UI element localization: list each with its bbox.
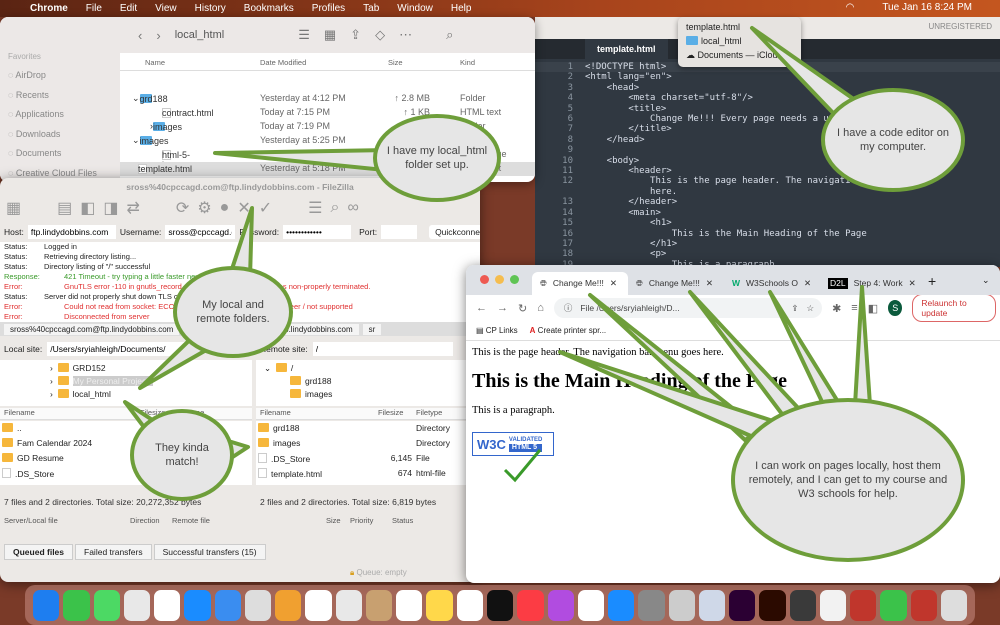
- callout-text: I have a code editor on my computer.: [837, 127, 949, 153]
- callout-text: I have my local_html folder set up.: [386, 145, 488, 171]
- callout-text: I can work on pages locally, host them r…: [748, 460, 948, 500]
- callout-pointer: [213, 148, 392, 172]
- callout-text: My local and remote folders.: [196, 299, 270, 325]
- checkmark-icon: [503, 449, 542, 483]
- callout-text: They kinda match!: [155, 442, 209, 468]
- callout-pointer: [853, 285, 872, 407]
- callout-pointer: [750, 26, 857, 117]
- callout-overlay: [123, 26, 965, 562]
